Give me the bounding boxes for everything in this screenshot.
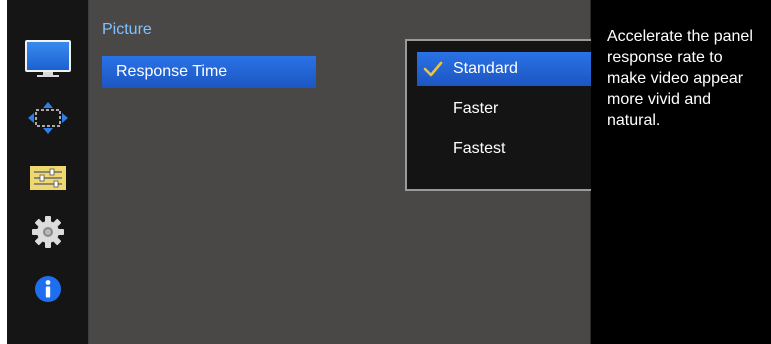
monitor-icon <box>25 40 71 77</box>
checkmark-icon <box>423 61 443 77</box>
option-label: Fastest <box>453 140 506 157</box>
sidebar-item-adjustments[interactable] <box>7 164 89 192</box>
main-menu-panel: Picture Response Time Standard Faster Fa… <box>89 0 669 344</box>
adjustment-sliders-icon <box>30 166 66 190</box>
description-text: Accelerate the panel response rate to ma… <box>607 28 753 129</box>
resize-arrows-icon <box>28 102 68 134</box>
info-icon <box>35 276 61 302</box>
sidebar-item-settings[interactable] <box>7 214 89 250</box>
menu-item-response-time[interactable]: Response Time <box>102 56 316 88</box>
option-label: Standard <box>453 60 518 77</box>
option-label: Faster <box>453 100 499 117</box>
sidebar-item-picture[interactable] <box>7 38 89 80</box>
sidebar-item-information[interactable] <box>7 272 89 306</box>
section-title: Picture <box>102 21 152 38</box>
description-panel: Accelerate the panel response rate to ma… <box>591 0 771 344</box>
gear-icon <box>32 216 64 248</box>
sidebar <box>7 0 89 344</box>
sidebar-item-size-position[interactable] <box>7 100 89 136</box>
